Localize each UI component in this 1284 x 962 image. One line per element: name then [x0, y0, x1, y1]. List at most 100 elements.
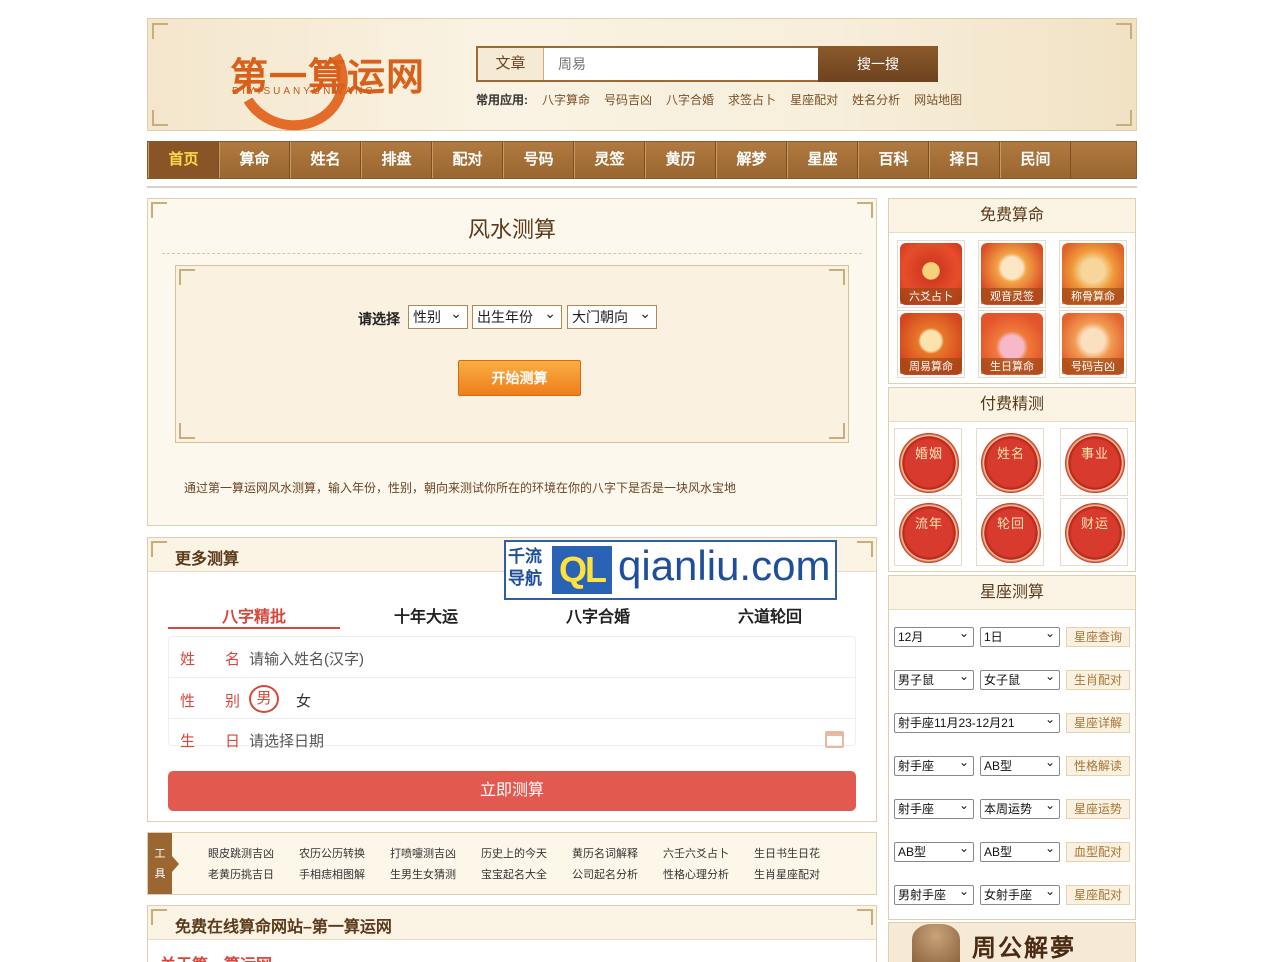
month-select[interactable]: 12月 [894, 624, 974, 647]
tool-link[interactable]: 手相痣相图解 [299, 866, 365, 882]
paid-career[interactable]: 事业 [1060, 428, 1128, 496]
nav-item-almanac[interactable]: 黄历 [645, 142, 716, 178]
blood-type-select[interactable]: AB型 [980, 753, 1060, 776]
personality-button[interactable]: 性格解读 [1066, 756, 1130, 776]
corner-ornament [829, 269, 845, 285]
birth-date-input[interactable]: 请选择日期 [249, 730, 324, 751]
app-label: 周易算命 [900, 358, 962, 374]
gender-select[interactable]: 性别 [408, 302, 468, 329]
tool-link[interactable]: 生男生女猜测 [390, 866, 456, 882]
nav-item-home[interactable]: 首页 [148, 142, 219, 178]
name-input[interactable]: 请输入姓名(汉字) [249, 648, 364, 669]
tab-decade-luck[interactable]: 十年大运 [340, 603, 512, 627]
watermark-line: 导航 [508, 569, 542, 588]
female-constellation-select[interactable]: 女射手座 [980, 882, 1060, 905]
divider [147, 186, 1137, 188]
tool-link[interactable]: 黄历名词解释 [572, 845, 638, 861]
paid-reincarnation[interactable]: 轮回 [976, 498, 1044, 566]
blood-type-select[interactable]: AB型 [894, 839, 974, 862]
blood-match-button[interactable]: 血型配对 [1066, 842, 1130, 862]
day-select[interactable]: 1日 [980, 624, 1060, 647]
app-number[interactable]: 号码吉凶 [1059, 310, 1127, 378]
app-zhouyi[interactable]: 周易算命 [897, 310, 965, 378]
site-info-title: 免费在线算命网站–第一算运网 [175, 919, 392, 936]
common-apps: 常用应用: 八字算命 号码吉凶 八字合婚 求签占卜 星座配对 姓名分析 网站地图 [476, 91, 962, 108]
gender-female-radio[interactable]: 女 [296, 690, 311, 711]
nav-item-zodiac[interactable]: 星座 [787, 142, 858, 178]
female-zodiac-select[interactable]: 女子鼠 [980, 667, 1060, 690]
tool-link[interactable]: 历史上的今天 [481, 845, 547, 861]
calculate-button[interactable]: 立即测算 [168, 771, 856, 811]
nav-item-chart[interactable]: 排盘 [361, 142, 432, 178]
tool-link[interactable]: 生肖星座配对 [754, 866, 820, 882]
male-constellation-select[interactable]: 男射手座 [894, 882, 974, 905]
paid-label: 事业 [1080, 446, 1109, 461]
tool-link[interactable]: 宝宝起名大全 [481, 866, 547, 882]
nav-item-wiki[interactable]: 百科 [858, 142, 929, 178]
tool-link[interactable]: 打喷嚏测吉凶 [390, 845, 456, 861]
common-link[interactable]: 八字合婚 [666, 91, 714, 108]
common-link[interactable]: 姓名分析 [852, 91, 900, 108]
paid-marriage[interactable]: 婚姻 [894, 428, 962, 496]
app-label: 观音灵签 [981, 288, 1043, 304]
paid-label: 流年 [914, 516, 943, 531]
constellation-select[interactable]: 射手座 [894, 753, 974, 776]
app-label: 生日算命 [981, 358, 1043, 374]
tool-link[interactable]: 公司起名分析 [572, 866, 638, 882]
nav-item-dates[interactable]: 择日 [929, 142, 1000, 178]
app-guanyin[interactable]: 观音灵签 [978, 240, 1046, 308]
tab-reincarnation[interactable]: 六道轮回 [684, 603, 856, 627]
common-link[interactable]: 八字算命 [542, 91, 590, 108]
nav-item-match[interactable]: 配对 [432, 142, 503, 178]
tools-tag-char: 具 [154, 868, 166, 880]
nav-item-name[interactable]: 姓名 [290, 142, 361, 178]
paid-wealth[interactable]: 财运 [1060, 498, 1128, 566]
tab-bazi[interactable]: 八字精批 [168, 603, 340, 627]
door-direction-select[interactable]: 大门朝向 [567, 302, 657, 329]
zhougong-figure-icon [912, 924, 960, 962]
app-birthday[interactable]: 生日算命 [978, 310, 1046, 378]
common-link[interactable]: 网站地图 [914, 91, 962, 108]
nav-item-fortune[interactable]: 算命 [219, 142, 290, 178]
tool-link[interactable]: 老黄历挑吉日 [208, 866, 274, 882]
search-button[interactable]: 搜一搜 [818, 46, 938, 82]
nav-item-oracle[interactable]: 灵签 [574, 142, 645, 178]
paid-name[interactable]: 姓名 [976, 428, 1044, 496]
nav-item-dream[interactable]: 解梦 [716, 142, 787, 178]
main-nav: 首页 算命 姓名 排盘 配对 号码 灵签 黄历 解梦 星座 百科 择日 民间 [147, 141, 1137, 179]
common-link[interactable]: 求签占卜 [728, 91, 776, 108]
tool-link[interactable]: 农历公历转换 [299, 845, 365, 861]
shengxiao-match-button[interactable]: 生肖配对 [1066, 670, 1130, 690]
zodiac-query-button[interactable]: 星座查询 [1066, 627, 1130, 647]
period-select[interactable]: 本周运势 [980, 796, 1060, 819]
birth-year-select[interactable]: 出生年份 [472, 302, 562, 329]
corner-ornament [179, 423, 195, 439]
male-zodiac-select[interactable]: 男子鼠 [894, 667, 974, 690]
common-link[interactable]: 星座配对 [790, 91, 838, 108]
tab-marriage[interactable]: 八字合婚 [512, 603, 684, 627]
tool-link[interactable]: 六壬六爻占卜 [663, 845, 729, 861]
more-title: 更多测算 [175, 551, 240, 568]
tool-link[interactable]: 眼皮跳测吉凶 [208, 845, 274, 861]
tool-link[interactable]: 性格心理分析 [663, 866, 729, 882]
nav-item-number[interactable]: 号码 [503, 142, 574, 178]
watermark-mark: QL [552, 546, 612, 594]
corner-ornament [1116, 23, 1132, 39]
paid-yearly[interactable]: 流年 [894, 498, 962, 566]
search-input[interactable] [546, 48, 818, 80]
start-button[interactable]: 开始测算 [458, 360, 581, 396]
app-liuyao[interactable]: 六爻占卜 [897, 240, 965, 308]
blood-type-select[interactable]: AB型 [980, 839, 1060, 862]
constellation-detail-button[interactable]: 星座详解 [1066, 713, 1130, 733]
constellation-select[interactable]: 射手座11月23-12月21 [894, 710, 1060, 733]
gender-male-radio[interactable]: 男 [249, 685, 279, 713]
search-type-select[interactable]: 文章 [478, 48, 544, 80]
tool-link[interactable]: 生日书生日花 [754, 845, 820, 861]
horoscope-button[interactable]: 星座运势 [1066, 799, 1130, 819]
common-link[interactable]: 号码吉凶 [604, 91, 652, 108]
nav-item-folk[interactable]: 民间 [1000, 142, 1071, 178]
calendar-icon[interactable] [825, 731, 844, 748]
app-chenggu[interactable]: 称骨算命 [1059, 240, 1127, 308]
constellation-match-button[interactable]: 星座配对 [1066, 885, 1130, 905]
constellation-select[interactable]: 射手座 [894, 796, 974, 819]
